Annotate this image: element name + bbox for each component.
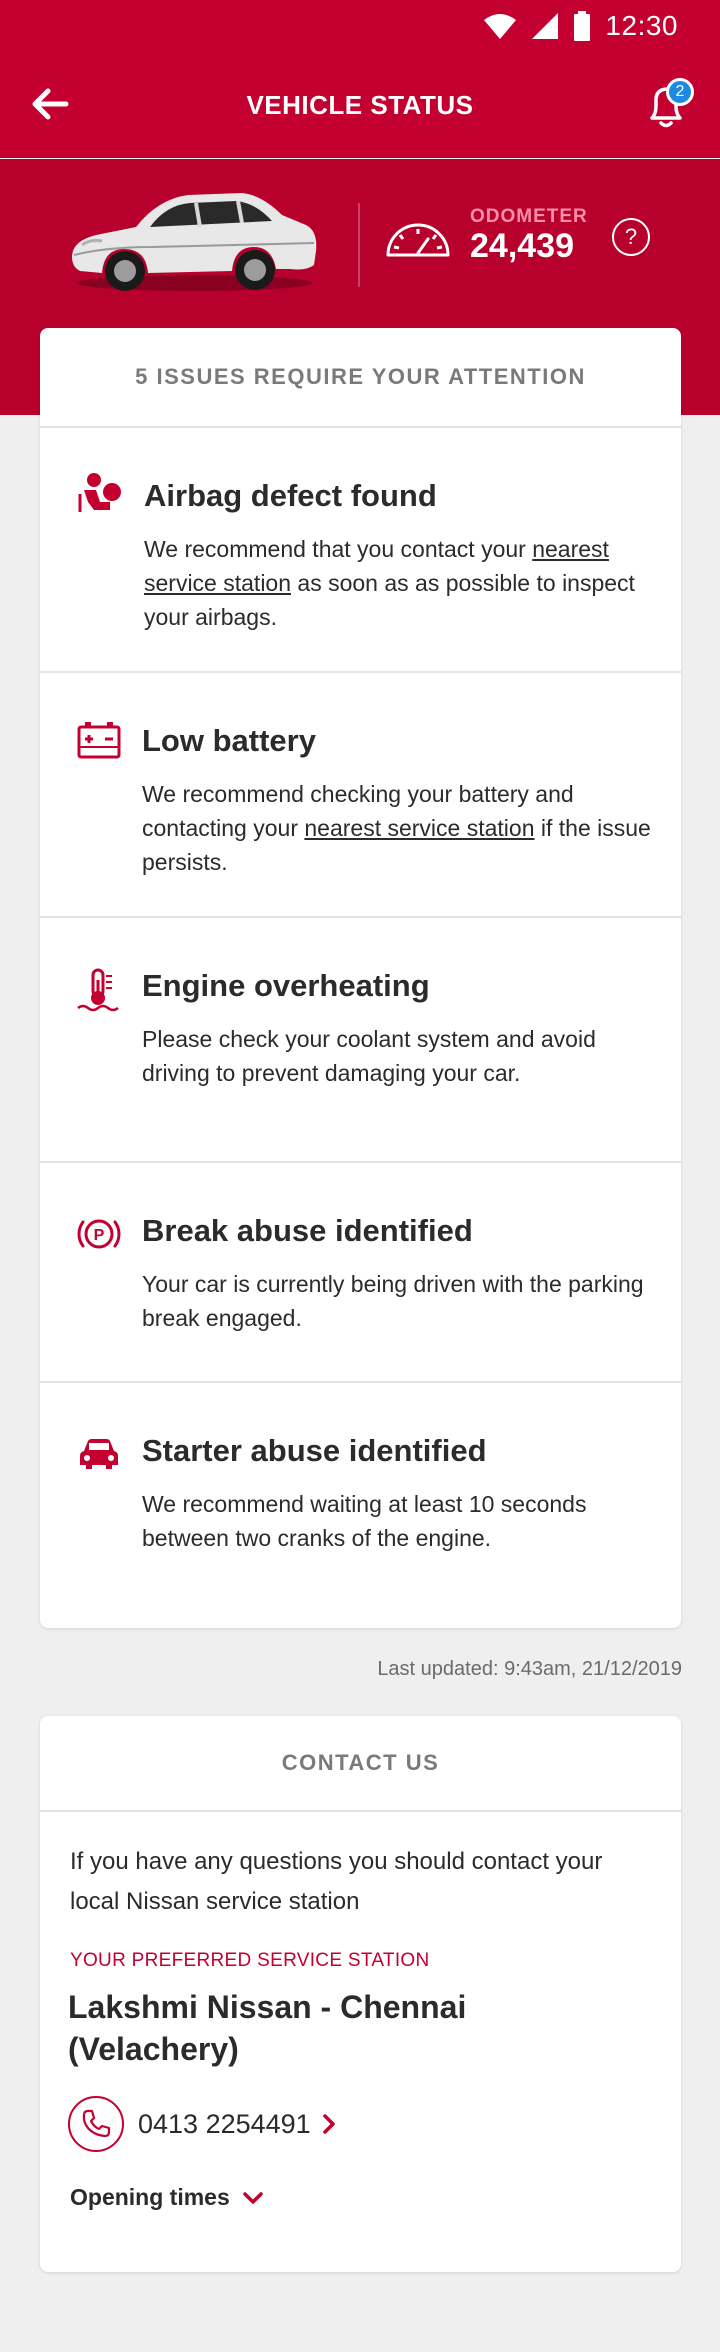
phone-number: 0413 2254491 (138, 2108, 311, 2139)
issue-title: Low battery (142, 723, 316, 758)
battery-icon (574, 11, 591, 41)
odometer-label: ODOMETER (470, 206, 588, 227)
opening-times-toggle[interactable]: Opening times (70, 2184, 264, 2211)
issue-item: Starter abuse identified We recommend wa… (40, 1383, 681, 1628)
chevron-down-icon (243, 2191, 263, 2204)
contact-header: CONTACT US (40, 1716, 681, 1812)
issue-description: Your car is currently being driven with … (142, 1271, 644, 1331)
app-bar: VEHICLE STATUS 2 (0, 50, 720, 158)
preferred-station-label: YOUR PREFERRED SERVICE STATION (70, 1950, 430, 1971)
car-front-icon (80, 1439, 118, 1469)
help-icon[interactable]: ? (612, 218, 650, 256)
odometer-value: 24,439 (470, 227, 574, 265)
battery-warning-icon (77, 722, 121, 759)
notification-badge: 2 (666, 78, 694, 106)
issue-item: Low battery We recommend checking your b… (40, 673, 681, 918)
svg-text:P: P (94, 1227, 105, 1244)
cell-signal-icon (532, 13, 559, 39)
issue-title: Airbag defect found (144, 478, 437, 513)
issue-description: Please check your coolant system and avo… (142, 1026, 596, 1086)
issue-item: Engine overheating Please check your coo… (40, 918, 681, 1163)
issue-title: Engine overheating (142, 968, 430, 1003)
issues-header: 5 ISSUES REQUIRE YOUR ATTENTION (40, 328, 681, 428)
station-name: Lakshmi Nissan - Chennai (Velachery) (68, 1989, 467, 2067)
call-station-button[interactable]: 0413 2254491 (68, 2096, 337, 2152)
last-updated: Last updated: 9:43am, 21/12/2019 (377, 1658, 682, 1680)
issue-description: We recommend that you contact your neare… (144, 536, 635, 630)
status-time: 12:30 (605, 10, 678, 41)
phone-icon-circle (68, 2096, 124, 2152)
speedometer-icon (386, 223, 450, 257)
thermometer-icon (77, 968, 119, 1012)
opening-times-label: Opening times (70, 2184, 230, 2210)
airbag-icon (78, 473, 121, 512)
issue-title: Starter abuse identified (142, 1433, 487, 1468)
notifications-button[interactable]: 2 (638, 78, 694, 134)
car-image (72, 193, 317, 291)
issue-item: P Break abuse identified Your car is cur… (40, 1163, 681, 1383)
issue-item: Airbag defect found We recommend that yo… (40, 428, 681, 673)
chevron-right-icon (322, 2114, 335, 2134)
page-title: VEHICLE STATUS (246, 90, 474, 120)
status-bar: 12:30 (0, 0, 720, 50)
issue-description: We recommend checking your battery and c… (142, 781, 651, 875)
issues-card: 5 ISSUES REQUIRE YOUR ATTENTION Airbag d… (40, 328, 681, 1628)
issue-title: Break abuse identified (142, 1213, 473, 1248)
parking-brake-icon: P (77, 1219, 121, 1249)
contact-card: CONTACT US If you have any questions you… (40, 1716, 681, 2272)
contact-text: If you have any questions you should con… (70, 1848, 603, 1915)
phone-icon (82, 2109, 111, 2138)
issue-description: We recommend waiting at least 10 seconds… (142, 1491, 587, 1551)
nearest-service-station-link[interactable]: nearest service station (304, 815, 534, 841)
wifi-icon (484, 14, 517, 39)
divider (358, 203, 360, 287)
